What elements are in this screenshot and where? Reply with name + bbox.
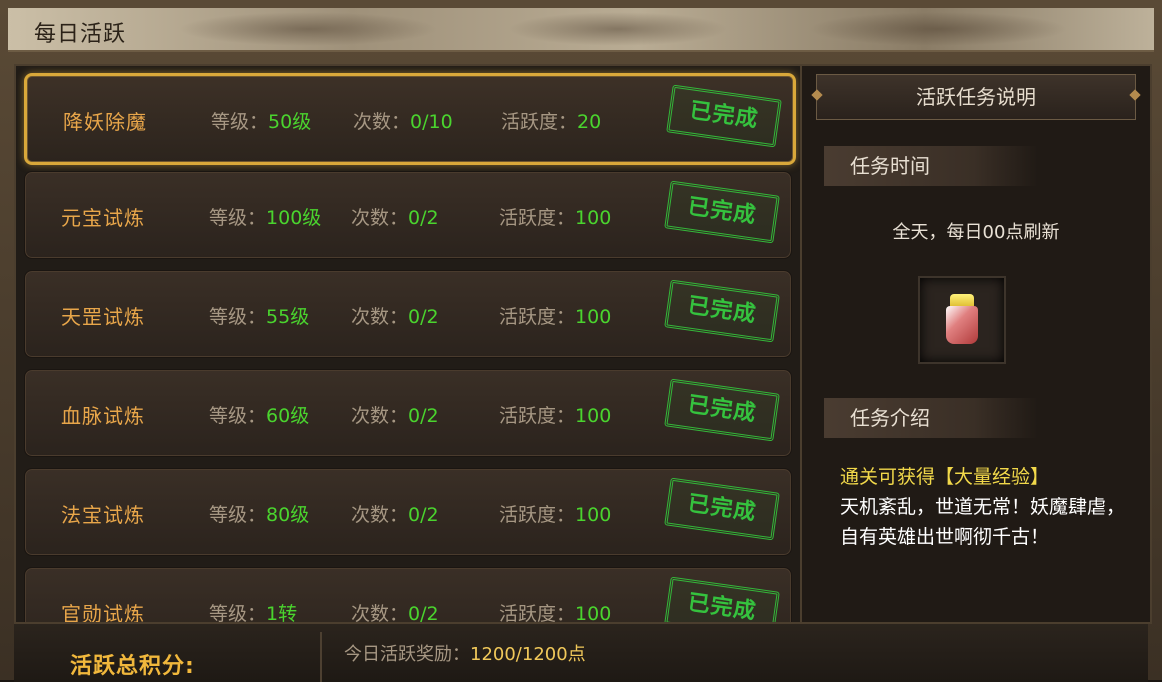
bottom-summary-bar: 活跃总积分: 今日活跃奖励：1200/1200点	[14, 622, 1148, 682]
task-activity: 活跃度：100	[499, 405, 612, 427]
total-score-label: 活跃总积分:	[70, 654, 195, 679]
diamond-ornament-icon	[811, 89, 823, 101]
task-name: 元宝试炼	[61, 206, 145, 230]
divider	[320, 632, 322, 682]
reward-item-slot[interactable]	[918, 276, 1006, 364]
task-row[interactable]: 天罡试炼 等级：55级 次数：0/2 活跃度：100 已完成	[24, 270, 792, 358]
window-title: 每日活跃	[34, 22, 127, 47]
task-count: 次数：0/10	[353, 111, 453, 133]
task-level: 等级：50级	[211, 111, 312, 133]
task-count: 次数：0/2	[351, 405, 439, 427]
title-bar: 每日活跃	[8, 8, 1154, 52]
task-row[interactable]: 元宝试炼 等级：100级 次数：0/2 活跃度：100 已完成	[24, 171, 792, 259]
task-count: 次数：0/2	[351, 603, 439, 624]
task-count: 次数：0/2	[351, 207, 439, 229]
completed-stamp: 已完成	[666, 84, 782, 148]
task-activity: 活跃度：100	[499, 504, 612, 526]
daily-reward: 今日活跃奖励：1200/1200点	[344, 644, 586, 665]
task-level: 等级：55级	[209, 306, 310, 328]
section-title-intro: 任务介绍	[824, 398, 1038, 438]
task-count: 次数：0/2	[351, 504, 439, 526]
task-row[interactable]: 官勋试炼 等级：1转 次数：0/2 活跃度：100 已完成	[24, 567, 792, 624]
completed-stamp: 已完成	[664, 576, 780, 622]
task-row[interactable]: 法宝试炼 等级：80级 次数：0/2 活跃度：100 已完成	[24, 468, 792, 556]
task-count: 次数：0/2	[351, 306, 439, 328]
task-list[interactable]: 降妖除魔 等级：50级 次数：0/10 活跃度：20 已完成 元宝试炼 等级：1…	[14, 64, 802, 624]
task-row[interactable]: 降妖除魔 等级：50级 次数：0/10 活跃度：20 已完成	[24, 73, 796, 165]
task-activity: 活跃度：20	[501, 111, 602, 133]
task-activity: 活跃度：100	[499, 603, 612, 624]
task-name: 官勋试炼	[61, 602, 145, 624]
diamond-ornament-icon	[1129, 89, 1141, 101]
dragon-ornament-center	[508, 12, 728, 46]
completed-stamp: 已完成	[664, 279, 780, 343]
task-name: 血脉试炼	[61, 404, 145, 428]
daily-activity-window: 每日活跃 降妖除魔 等级：50级 次数：0/10 活跃度：20 已完成 元宝试炼…	[0, 0, 1162, 682]
task-name: 降妖除魔	[63, 110, 147, 134]
completed-stamp: 已完成	[664, 477, 780, 541]
task-name: 法宝试炼	[61, 503, 145, 527]
intro-highlight: 通关可获得【大量经验】	[840, 466, 1050, 488]
completed-stamp: 已完成	[664, 378, 780, 442]
dragon-ornament-left	[178, 12, 438, 46]
task-level: 等级：60级	[209, 405, 310, 427]
info-header-title: 活跃任务说明	[916, 85, 1036, 109]
task-time-text: 全天，每日00点刷新	[892, 222, 1060, 243]
info-header: 活跃任务说明	[811, 74, 1141, 120]
task-level: 等级：100级	[209, 207, 322, 229]
task-activity: 活跃度：100	[499, 306, 612, 328]
task-row[interactable]: 血脉试炼 等级：60级 次数：0/2 活跃度：100 已完成	[24, 369, 792, 457]
intro-body: 天机紊乱，世道无常！妖魔肆虐，自有英雄出世啊彻千古！	[840, 496, 1126, 548]
completed-stamp: 已完成	[664, 180, 780, 244]
task-intro: 通关可获得【大量经验】 天机紊乱，世道无常！妖魔肆虐，自有英雄出世啊彻千古！	[840, 462, 1130, 552]
section-title-time: 任务时间	[824, 146, 1038, 186]
dragon-ornament-right	[808, 12, 1068, 46]
task-level: 等级：80级	[209, 504, 310, 526]
task-name: 天罡试炼	[61, 305, 145, 329]
task-info-panel: 活跃任务说明 任务时间 全天，每日00点刷新 任务介绍 通关可获得【大量经验】 …	[800, 64, 1152, 624]
task-level: 等级：1转	[209, 603, 298, 624]
task-activity: 活跃度：100	[499, 207, 612, 229]
